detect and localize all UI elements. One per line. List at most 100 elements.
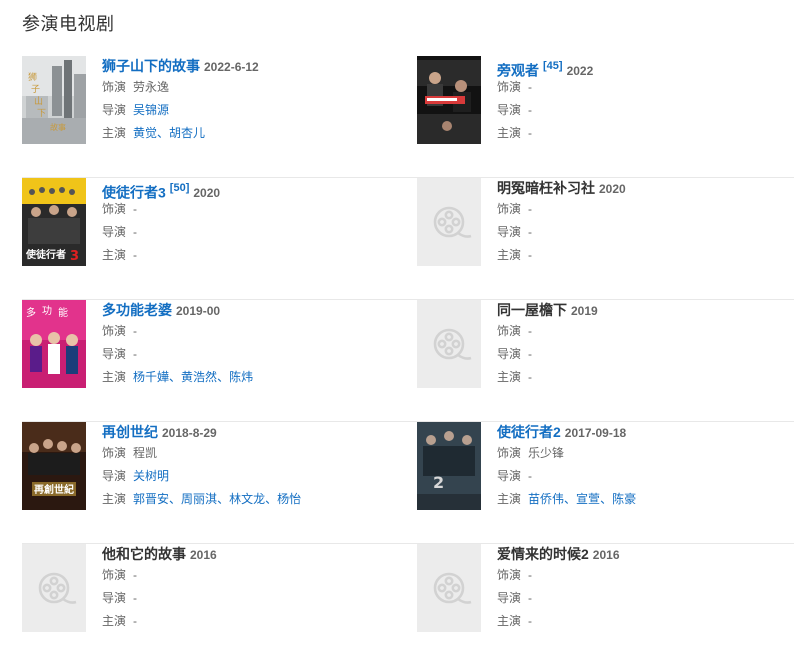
cast-member[interactable]: 胡杏儿 [169,126,205,140]
director-line: 导演 - [497,465,787,488]
film-reel-placeholder-icon [417,178,481,266]
drama-title-link[interactable]: 再创世纪 [102,424,158,440]
drama-title-link[interactable]: 使徒行者2 [497,424,561,440]
drama-info: 旁观者 [45] 2022 饰演 - 导演 - 主演 - [497,56,787,145]
cast-member: - [133,248,138,262]
drama-date: 2019 [571,304,598,318]
cast-member[interactable]: 杨怡 [277,492,301,506]
svg-text:多: 多 [26,306,36,319]
drama-title-link[interactable]: 多功能老婆 [102,302,172,318]
drama-info: 狮子山下的故事 2022-6-12 饰演 劳永逸 导演 吴锦源 主演 黄觉、胡杏儿 [102,56,392,145]
cast-member[interactable]: 黄觉 [133,126,157,140]
citation-ref-link[interactable]: [45] [543,60,563,72]
role-label: 饰演 [102,324,127,338]
drama-row: 狮 子 山 下 故事 狮子山下的故事 2022-6-12 饰演 劳永逸 导演 吴锦源 主演 黄觉… [22,56,794,178]
cast-member[interactable]: 苗侨伟 [528,492,564,506]
drama-date: 2016 [190,548,217,562]
cast-separator: 、 [169,492,182,506]
role-value: 劳永逸 [133,80,170,94]
drama-poster[interactable] [417,56,481,144]
drama-title-line: 爱情来的时候2 2016 [497,544,787,564]
drama-info: 他和它的故事 2016 饰演 - 导演 - 主演 - [102,544,392,633]
role-value: - [528,568,533,582]
role-value: - [528,202,533,216]
film-reel-placeholder-icon [22,544,86,632]
svg-text:山: 山 [34,96,43,107]
drama-date: 2022-6-12 [204,60,259,74]
director-value: - [133,591,138,605]
cast-member[interactable]: 宣萱 [576,492,600,506]
role-label: 饰演 [497,568,522,582]
cast-separator: 、 [217,370,230,384]
drama-title-link[interactable]: 明冤暗枉补习社 [497,180,595,196]
director-line: 导演 - [497,343,787,366]
cast-line: 主演 - [497,610,787,633]
drama-title-line: 使徒行者3 [50] 2020 [102,178,392,200]
role-label: 饰演 [497,446,522,460]
drama-poster[interactable]: 多 功 能 [22,300,86,388]
drama-title-line: 多功能老婆 2019-00 [102,300,392,320]
cast-member[interactable]: 杨千嬅 [133,370,169,384]
role-line: 饰演 乐少锋 [497,442,787,465]
drama-title-link[interactable]: 他和它的故事 [102,546,186,562]
svg-text:狮: 狮 [28,72,37,83]
cast-label: 主演 [102,126,127,140]
director-value: - [528,347,533,361]
drama-title-link[interactable]: 爱情来的时候2 [497,546,589,562]
drama-title-line: 明冤暗枉补习社 2020 [497,178,787,198]
director-label: 导演 [102,225,127,239]
drama-poster[interactable]: 2 [417,422,481,510]
cast-label: 主演 [497,492,522,506]
role-value: 乐少锋 [528,446,565,460]
drama-date: 2018-8-29 [162,426,217,440]
drama-info: 爱情来的时候2 2016 饰演 - 导演 - 主演 - [497,544,787,633]
drama-info: 使徒行者2 2017-09-18 饰演 乐少锋 导演 - 主演 苗侨伟、宣萱、陈豪 [497,422,787,511]
role-label: 饰演 [497,80,522,94]
cast-label: 主演 [497,126,522,140]
svg-text:再創世紀: 再創世紀 [34,483,74,496]
drama-poster[interactable]: 狮 子 山 下 故事 [22,56,86,144]
director-value: - [528,225,533,239]
film-reel-placeholder-icon [417,544,481,632]
cast-member[interactable]: 郭晋安 [133,492,169,506]
drama-info: 同一屋檐下 2019 饰演 - 导演 - 主演 - [497,300,787,389]
drama-row: 再創世紀 再创世纪 2018-8-29 饰演 程凯 导演 关树明 主演 郭晋安、周丽淇、林文龙、… [22,422,794,544]
cast-line: 主演 - [497,122,787,145]
role-line: 饰演 - [102,320,392,343]
drama-title-link[interactable]: 狮子山下的故事 [102,58,200,74]
director-label: 导演 [102,347,127,361]
drama-info: 使徒行者3 [50] 2020 饰演 - 导演 - 主演 - [102,178,392,267]
cast-member[interactable]: 黄浩然 [181,370,217,384]
role-line: 饰演 - [497,198,787,221]
cast-line: 主演 - [497,244,787,267]
drama-item: 他和它的故事 2016 饰演 - 导演 - 主演 - [22,544,392,644]
svg-text:2: 2 [433,473,444,492]
director-line: 导演 - [497,99,787,122]
director-value: - [133,225,138,239]
role-line: 饰演 - [102,564,392,587]
cast-member[interactable]: 陈豪 [612,492,636,506]
citation-ref-link[interactable]: [50] [170,182,190,194]
drama-poster[interactable]: 再創世紀 [22,422,86,510]
drama-info: 多功能老婆 2019-00 饰演 - 导演 - 主演 杨千嬅、黄浩然、陈炜 [102,300,392,389]
role-value: - [133,324,138,338]
svg-text:下: 下 [37,109,46,119]
drama-row: 多 功 能 多功能老婆 2019-00 饰演 - 导演 - 主演 杨千嬅、黄浩然、陈炜 同一屋… [22,300,794,422]
role-label: 饰演 [102,446,127,460]
drama-poster[interactable]: 使徒行者 3 [22,178,86,266]
drama-item: 再創世紀 再创世纪 2018-8-29 饰演 程凯 导演 关树明 主演 郭晋安、周丽淇、林文龙、… [22,422,392,522]
director-value[interactable]: 吴锦源 [133,103,169,117]
cast-member[interactable]: 周丽淇 [181,492,217,506]
cast-member[interactable]: 陈炜 [229,370,253,384]
drama-title-link[interactable]: 同一屋檐下 [497,302,567,318]
director-label: 导演 [497,347,522,361]
role-label: 饰演 [497,324,522,338]
cast-line: 主演 - [497,366,787,389]
cast-member[interactable]: 林文龙 [229,492,265,506]
director-value[interactable]: 关树明 [133,469,169,483]
cast-separator: 、 [169,370,182,384]
drama-date: 2016 [592,548,620,562]
role-line: 饰演 - [497,564,787,587]
drama-info: 再创世纪 2018-8-29 饰演 程凯 导演 关树明 主演 郭晋安、周丽淇、林文龙、杨怡 [102,422,392,511]
section-title: 参演电视剧 [22,14,115,34]
